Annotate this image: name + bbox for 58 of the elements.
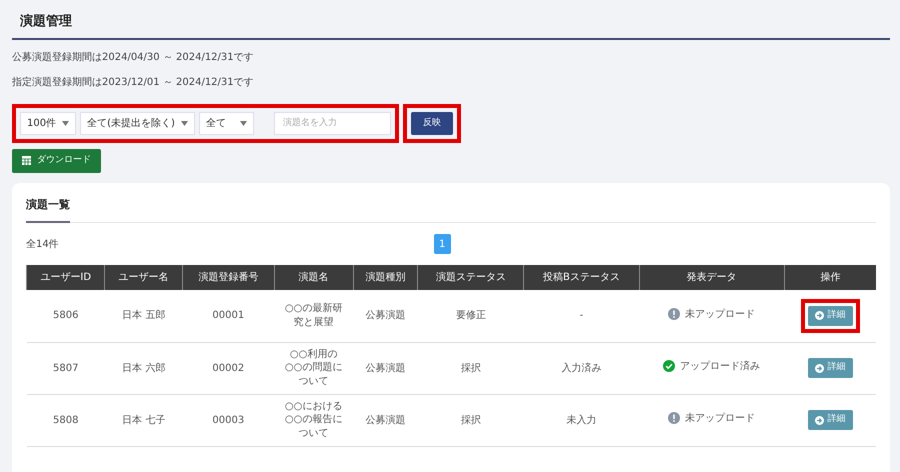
table-cell: 日本 六郎 — [104, 342, 182, 394]
column-header: ユーザー名 — [104, 265, 182, 290]
exclamation-icon — [668, 308, 680, 320]
table-cell: ○○利用の○○の問題について — [274, 342, 354, 394]
caret-icon — [240, 120, 247, 126]
detail-button[interactable]: 詳細 — [808, 306, 853, 326]
table-cell: 00002 — [182, 342, 274, 394]
caret-icon — [180, 120, 188, 126]
table-cell: 5806 — [26, 290, 105, 342]
column-header: 投稿Bステータス — [524, 265, 640, 290]
table-cell: 要修正 — [418, 290, 524, 342]
table-cell: 日本 五郎 — [104, 290, 182, 342]
caret-icon — [62, 120, 70, 126]
search-field[interactable]: 演題名を入力 — [274, 112, 391, 135]
table-cell: ○○の最新研究と展望 — [274, 290, 354, 342]
notice-text: 指定演題登録期間は2023/12/01 ～ 2024/12/31です — [12, 76, 255, 90]
detail-button[interactable]: 詳細 — [808, 358, 853, 378]
exclamation-icon — [668, 412, 680, 424]
arrow-icon — [814, 311, 824, 320]
table-cell: 公募演題 — [353, 290, 418, 342]
arrow-icon — [814, 364, 824, 372]
table-cell: 00001 — [182, 290, 274, 342]
card-title: 演題一覧 — [26, 192, 70, 223]
table-cell: 入力済み — [524, 342, 640, 394]
select-field[interactable]: 全て(未提出を除く) — [80, 112, 195, 135]
table-icon — [22, 156, 31, 166]
table-cell: 未入力 — [524, 394, 640, 446]
column-header: 演題登録番号 — [182, 265, 274, 290]
table-cell: 公募演題 — [353, 394, 418, 446]
table-cell: 公募演題 — [353, 342, 418, 394]
select-field[interactable]: 100件 — [20, 112, 76, 135]
page-title: 演題管理 — [12, 0, 890, 40]
table-cell: 日本 七子 — [104, 394, 182, 446]
table-cell: 00003 — [182, 394, 274, 446]
column-header: 演題種別 — [353, 265, 418, 290]
column-header: 操作 — [784, 265, 876, 290]
upload-status: アップロード済み — [680, 360, 760, 374]
upload-status: 未アップロード — [685, 308, 756, 322]
table-cell: 採択 — [418, 342, 524, 394]
detail-button[interactable]: 詳細 — [808, 410, 853, 430]
select-field[interactable]: 全て — [198, 112, 254, 135]
table-cell: - — [524, 290, 640, 342]
check-icon — [663, 360, 676, 372]
table-cell: 5808 — [26, 394, 105, 446]
download-button[interactable]: ダウンロード — [12, 149, 101, 172]
column-header: 演題名 — [274, 265, 354, 290]
page-button[interactable]: 1 — [434, 234, 451, 254]
table-cell: 採択 — [418, 394, 524, 446]
upload-status: 未アップロード — [685, 412, 756, 426]
column-header: 発表データ — [639, 265, 784, 290]
arrow-icon — [814, 416, 824, 424]
total-count: 全14件 — [26, 238, 59, 252]
table-cell: ○○における○○の報告について — [274, 394, 354, 446]
table-cell: 5807 — [26, 342, 105, 394]
apply-button[interactable]: 反映 — [410, 112, 453, 135]
notice-text: 公募演題登録期間は2024/04/30 ～ 2024/12/31です — [12, 50, 255, 64]
column-header: ユーザーID — [26, 265, 105, 290]
column-header: 演題ステータス — [418, 265, 524, 290]
